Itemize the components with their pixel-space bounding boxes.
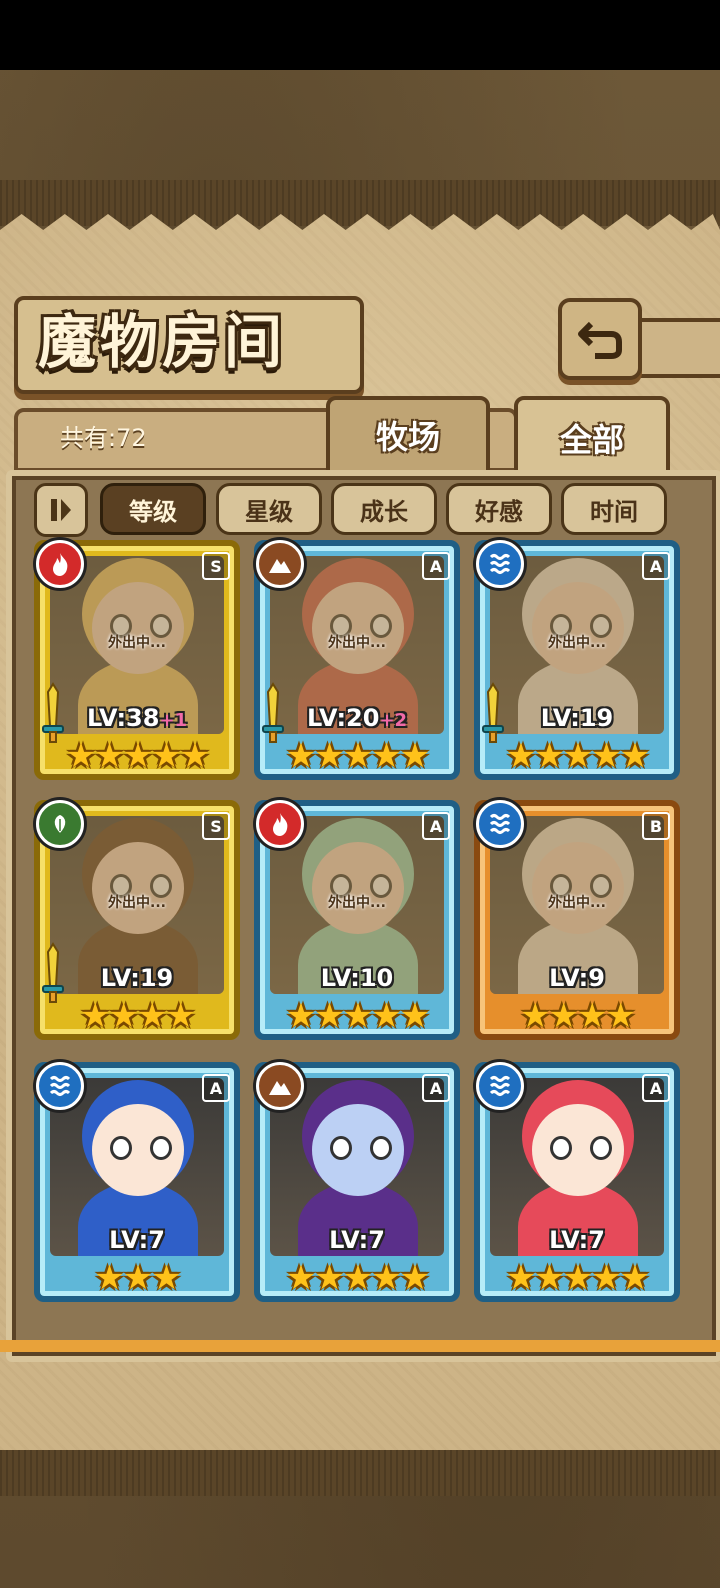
water-element-icon — [476, 540, 524, 588]
return-arrow-icon — [578, 321, 622, 359]
earth-element-icon — [256, 1062, 304, 1110]
water-element-icon — [36, 1062, 84, 1110]
status-bar — [0, 0, 720, 70]
rank-badge: B — [642, 812, 670, 840]
tab-all[interactable]: 全部 — [514, 396, 670, 480]
monster-level: LV:7 — [34, 1226, 240, 1254]
enhance-bonus: +1 — [159, 710, 188, 731]
rank-badge: A — [202, 1074, 230, 1102]
star-rating: ★★★★★ — [505, 1258, 650, 1298]
rank-badge: A — [422, 812, 450, 840]
rank-badge: A — [422, 552, 450, 580]
star-rating: ★★★★★ — [285, 736, 430, 776]
enhance-bonus: +2 — [379, 710, 408, 731]
monster-card[interactable]: A 外出中... LV:10 ★★★★★ — [254, 800, 460, 1040]
sort-time-button[interactable]: 时间 — [561, 483, 667, 535]
monster-card[interactable]: A 外出中... LV:20+2 ★★★★★ — [254, 540, 460, 780]
star-rating: ★★★★★ — [285, 996, 430, 1036]
away-status: 外出中... — [328, 635, 386, 651]
away-status: 外出中... — [548, 635, 606, 651]
bottom-frame-edge — [0, 1340, 720, 1352]
sort-level-button[interactable]: 等级 — [100, 483, 206, 535]
tab-label: 牧场 — [375, 418, 440, 456]
level-value: LV:7 — [329, 1226, 385, 1254]
rank-badge: A — [642, 1074, 670, 1102]
monster-level: LV:10 — [254, 964, 460, 992]
star-rating: ★★★★ — [520, 996, 636, 1036]
away-status: 外出中... — [328, 895, 386, 911]
monster-card[interactable]: A LV:7 ★★★ — [34, 1062, 240, 1302]
water-element-icon — [476, 1062, 524, 1110]
level-value: LV:19 — [100, 964, 174, 992]
monster-level: LV:20+2 — [254, 704, 460, 732]
monster-level: LV:38+1 — [34, 704, 240, 732]
rank-badge: S — [202, 812, 230, 840]
rank-badge: S — [202, 552, 230, 580]
monster-level: LV:19 — [34, 964, 240, 992]
bottom-border-strip — [0, 1450, 720, 1496]
away-status: 外出中... — [548, 895, 606, 911]
away-status: 外出中... — [108, 635, 166, 651]
monster-card[interactable]: A LV:7 ★★★★★ — [254, 1062, 460, 1302]
tab-label: 全部 — [559, 421, 624, 459]
away-status: 外出中... — [108, 895, 166, 911]
level-value: LV:9 — [549, 964, 605, 992]
sort-order-icon — [51, 499, 71, 521]
star-rating: ★★★★★ — [65, 736, 210, 776]
level-value: LV:38 — [86, 704, 160, 732]
sort-growth-button[interactable]: 成长 — [331, 483, 437, 535]
level-value: LV:19 — [540, 704, 614, 732]
level-value: LV:7 — [109, 1226, 165, 1254]
star-rating: ★★★ — [94, 1258, 181, 1298]
monster-card[interactable]: B 外出中... LV:9 ★★★★ — [474, 800, 680, 1040]
wind-element-icon — [36, 800, 84, 848]
sort-star-button[interactable]: 星级 — [216, 483, 322, 535]
monster-level: LV:7 — [474, 1226, 680, 1254]
fire-element-icon — [36, 540, 84, 588]
water-element-icon — [476, 800, 524, 848]
monster-level: LV:19 — [474, 704, 680, 732]
monster-level: LV:7 — [254, 1226, 460, 1254]
level-value: LV:10 — [320, 964, 394, 992]
back-button[interactable] — [558, 298, 642, 380]
tab-ranch[interactable]: 牧场 — [326, 396, 490, 474]
page-title: 魔物房间 — [38, 308, 287, 376]
monster-card[interactable]: S 外出中... LV:38+1 ★★★★★ — [34, 540, 240, 780]
sort-order-toggle[interactable] — [34, 483, 88, 537]
monster-card[interactable]: S 外出中... LV:19 ★★★★ — [34, 800, 240, 1040]
monster-count: 共有:72 — [60, 424, 147, 452]
sort-affection-button[interactable]: 好感 — [446, 483, 552, 535]
back-button-rail — [632, 318, 720, 378]
level-value: LV:20 — [306, 704, 380, 732]
star-rating: ★★★★ — [80, 996, 196, 1036]
rank-badge: A — [642, 552, 670, 580]
fire-element-icon — [256, 800, 304, 848]
monster-level: LV:9 — [474, 964, 680, 992]
monster-card[interactable]: A 外出中... LV:19 ★★★★★ — [474, 540, 680, 780]
level-value: LV:7 — [549, 1226, 605, 1254]
rank-badge: A — [422, 1074, 450, 1102]
star-rating: ★★★★★ — [285, 1258, 430, 1298]
earth-element-icon — [256, 540, 304, 588]
monster-card[interactable]: A LV:7 ★★★★★ — [474, 1062, 680, 1302]
star-rating: ★★★★★ — [505, 736, 650, 776]
